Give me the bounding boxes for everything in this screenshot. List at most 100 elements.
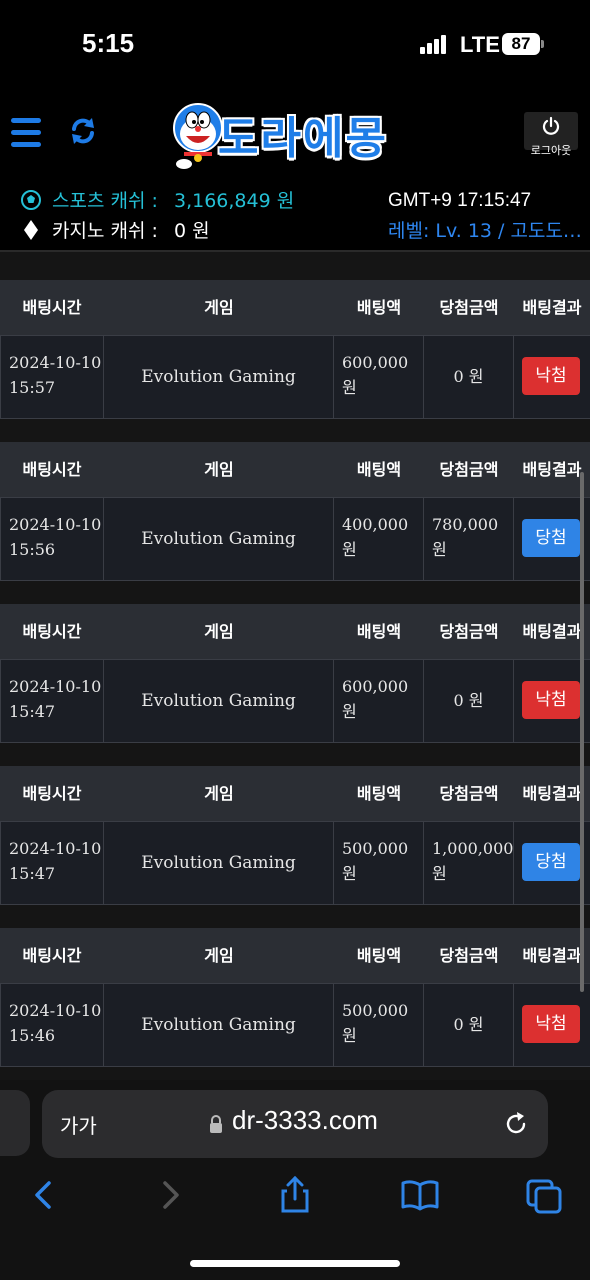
column-header: 배팅결과 <box>522 946 582 965</box>
logo-text: 도라에몽 <box>218 113 388 164</box>
site-logo[interactable]: 도라에몽 <box>170 100 420 170</box>
column-header: 배팅결과 <box>522 460 582 479</box>
bet-date: 2024-10-10 <box>9 515 102 534</box>
reload-icon[interactable] <box>502 1110 530 1138</box>
bet-time-cell: 2024-10-10 15:47 <box>0 822 104 904</box>
bet-record: 배팅시간 게임 배팅액 당첨금액 배팅결과 2024-10-10 15:47 Evolutio… <box>0 604 590 743</box>
casino-cash-label: 카지노 캐쉬 : <box>52 220 158 242</box>
bet-record: 배팅시간 게임 배팅액 당첨금액 배팅결과 2024-10-10 15:57 Evolutio… <box>0 280 590 419</box>
cash-info: 스포츠 캐쉬 : 3,166,849 원 카지노 캐쉬 : 0 원 <box>20 186 294 246</box>
server-time: GMT+9 17:15:47 <box>388 190 532 211</box>
bet-amount-cell: 600,000 원 <box>334 660 424 742</box>
column-header: 당첨금액 <box>439 460 499 479</box>
win-amount: 1,000,000 <box>432 839 514 858</box>
column-header: 배팅결과 <box>522 622 582 641</box>
bet-amount-cell: 600,000 원 <box>334 336 424 418</box>
bet-history-list[interactable]: 배팅시간 게임 배팅액 당첨금액 배팅결과 2024-10-10 15:57 Evolutio… <box>0 250 590 1082</box>
signal-icon <box>420 34 448 54</box>
table-header: 배팅시간 게임 배팅액 당첨금액 배팅결과 <box>0 442 590 497</box>
win-amount-cell: 1,000,000 원 <box>424 822 514 904</box>
bet-amount-cell: 500,000 원 <box>334 984 424 1066</box>
bookmarks-icon[interactable] <box>400 1175 440 1215</box>
sports-cash-value: 3,166,849 원 <box>173 190 295 212</box>
column-header: 배팅액 <box>356 946 402 965</box>
column-header: 배팅액 <box>356 460 402 479</box>
win-amount: 0 원 <box>453 1015 484 1034</box>
bet-amount: 500,000 <box>342 1001 409 1020</box>
column-header: 게임 <box>204 784 234 803</box>
result-badge-lose[interactable]: 낙첨 <box>522 357 580 395</box>
column-header: 배팅액 <box>356 622 402 641</box>
result-cell: 낙첨 <box>514 660 590 742</box>
win-unit: 원 <box>432 540 447 559</box>
soccer-ball-icon <box>20 189 42 211</box>
table-header: 배팅시간 게임 배팅액 당첨금액 배팅결과 <box>0 928 590 983</box>
share-icon[interactable] <box>275 1175 315 1215</box>
logout-button[interactable]: 로그아웃 <box>524 112 578 157</box>
result-badge-lose[interactable]: 낙첨 <box>522 681 580 719</box>
result-cell: 낙첨 <box>514 984 590 1066</box>
address-bar[interactable]: 가가 dr-3333.com <box>42 1090 548 1158</box>
forward-icon <box>163 1181 179 1209</box>
user-level[interactable]: 레벨: Lv. 13 / 고도도… <box>388 216 582 246</box>
bet-time: 15:47 <box>9 702 56 721</box>
game-cell: Evolution Gaming <box>104 336 334 418</box>
bet-amount: 500,000 <box>342 839 409 858</box>
win-unit: 원 <box>432 864 447 883</box>
result-badge-win[interactable]: 당첨 <box>522 843 580 881</box>
bet-record: 배팅시간 게임 배팅액 당첨금액 배팅결과 2024-10-10 15:47 Evolutio… <box>0 766 590 905</box>
result-cell: 낙첨 <box>514 336 590 418</box>
bet-unit: 원 <box>342 864 357 883</box>
time-level-info: GMT+9 17:15:47 레벨: Lv. 13 / 고도도… <box>388 186 582 246</box>
url-text[interactable]: dr-3333.com <box>232 1105 378 1136</box>
column-header: 게임 <box>204 622 234 641</box>
bet-time: 15:56 <box>9 540 56 559</box>
column-header: 배팅시간 <box>22 622 82 641</box>
column-header: 배팅시간 <box>22 460 82 479</box>
sports-cash-label: 스포츠 캐쉬 : <box>52 190 158 212</box>
result-badge-win[interactable]: 당첨 <box>522 519 580 557</box>
bet-amount: 400,000 <box>342 515 409 534</box>
table-header: 배팅시간 게임 배팅액 당첨금액 배팅결과 <box>0 604 590 659</box>
refresh-icon[interactable] <box>68 116 98 146</box>
back-icon[interactable] <box>24 1175 64 1215</box>
bet-record: 배팅시간 게임 배팅액 당첨금액 배팅결과 2024-10-10 15:56 Evolutio… <box>0 442 590 581</box>
win-amount: 0 원 <box>453 367 484 386</box>
game-name: Evolution Gaming <box>141 367 296 387</box>
game-name: Evolution Gaming <box>141 853 296 873</box>
bet-record: 배팅시간 게임 배팅액 당첨금액 배팅결과 2024-10-10 15:46 Evolutio… <box>0 928 590 1067</box>
table-header: 배팅시간 게임 배팅액 당첨금액 배팅결과 <box>0 766 590 821</box>
result-cell: 당첨 <box>514 498 590 580</box>
column-header: 배팅액 <box>356 784 402 803</box>
column-header: 배팅시간 <box>22 784 82 803</box>
tabs-icon[interactable] <box>525 1175 565 1215</box>
win-amount-cell: 0 원 <box>424 336 514 418</box>
diamond-icon <box>20 219 42 241</box>
bet-time: 15:46 <box>9 1026 56 1045</box>
bet-date: 2024-10-10 <box>9 353 102 372</box>
home-indicator <box>190 1260 400 1267</box>
table-header: 배팅시간 게임 배팅액 당첨금액 배팅결과 <box>0 280 590 335</box>
column-header: 게임 <box>204 946 234 965</box>
bet-date: 2024-10-10 <box>9 1001 102 1020</box>
network-label: LTE <box>460 32 500 57</box>
column-header: 게임 <box>204 460 234 479</box>
scrollbar[interactable] <box>580 472 584 992</box>
bet-amount: 600,000 <box>342 677 409 696</box>
win-amount: 780,000 <box>432 515 499 534</box>
table-row: 2024-10-10 15:57 Evolution Gaming 600,000 원 0… <box>0 335 590 419</box>
game-cell: Evolution Gaming <box>104 660 334 742</box>
bet-date: 2024-10-10 <box>9 677 102 696</box>
previous-tab-peek[interactable] <box>0 1090 30 1156</box>
column-header: 당첨금액 <box>439 622 499 641</box>
reader-text-size-button[interactable]: 가가 <box>60 1110 97 1139</box>
status-bar: 5:15 LTE 87 <box>0 0 590 90</box>
bet-amount-cell: 400,000 원 <box>334 498 424 580</box>
menu-icon[interactable] <box>11 118 43 148</box>
game-name: Evolution Gaming <box>141 1015 296 1035</box>
result-badge-lose[interactable]: 낙첨 <box>522 1005 580 1043</box>
casino-cash-value: 0 원 <box>173 220 210 242</box>
table-row: 2024-10-10 15:56 Evolution Gaming 400,000 원 7… <box>0 497 590 581</box>
game-cell: Evolution Gaming <box>104 498 334 580</box>
power-icon <box>542 116 560 135</box>
